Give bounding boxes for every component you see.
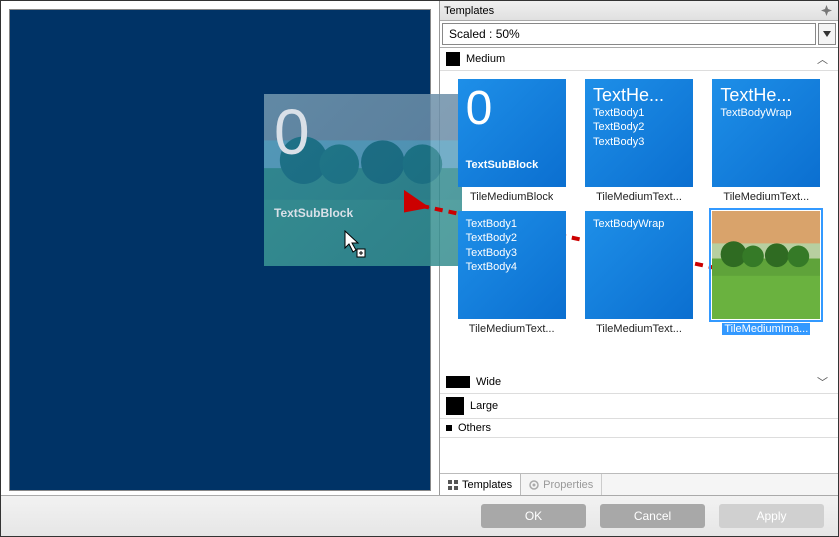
tile-cell: TextHe... TextBody1 TextBody2 TextBody3 … xyxy=(579,79,698,203)
main-row: 0 TextSubBlock xyxy=(1,1,838,495)
medium-size-icon xyxy=(446,52,460,66)
tile-line: TextBody3 xyxy=(466,246,558,260)
tile-line: TextBody2 xyxy=(466,231,558,245)
design-canvas[interactable]: 0 TextSubBlock xyxy=(9,9,431,491)
group-label-others: Others xyxy=(458,422,491,434)
tile-line: TextBody3 xyxy=(593,135,685,149)
pin-icon[interactable] xyxy=(818,3,834,19)
panel-header: Templates xyxy=(440,1,838,21)
tile-line: TextBody2 xyxy=(593,120,685,134)
ghost-big-number: 0 xyxy=(274,104,452,162)
tile-cell: 0 TextSubBlock TileMediumBlock xyxy=(452,79,571,203)
app-window: 0 TextSubBlock xyxy=(0,0,839,537)
cancel-button[interactable]: Cancel xyxy=(600,504,705,528)
tile-line: TextBody1 xyxy=(593,106,685,120)
tab-properties[interactable]: Properties xyxy=(521,474,602,495)
tab-label: Templates xyxy=(462,479,512,491)
others-size-icon xyxy=(446,425,452,431)
tile-grid-medium: 0 TextSubBlock TileMediumBlock TextHe...… xyxy=(440,71,838,347)
tile-cell: TextBodyWrap TileMediumText... xyxy=(579,211,698,335)
tile-line: TextBodyWrap xyxy=(720,106,812,120)
group-header-others[interactable]: Others xyxy=(440,419,838,438)
tile-line: TextBodyWrap xyxy=(593,217,685,231)
group-label-medium: Medium xyxy=(466,53,505,65)
ghost-sub-text: TextSubBlock xyxy=(274,206,452,220)
scale-display[interactable]: Scaled : 50% xyxy=(442,23,816,45)
tile-cell: TileMediumIma... xyxy=(707,211,826,335)
right-panel: Templates Scaled : 50% Medium ︿ xyxy=(439,1,838,495)
tile-label: TileMediumBlock xyxy=(470,191,553,203)
large-size-icon xyxy=(446,397,464,415)
tile-big-number: 0 xyxy=(466,85,558,133)
tile-line: TextBody1 xyxy=(466,217,558,231)
tile-line: TextBody4 xyxy=(466,260,558,274)
gear-icon xyxy=(529,480,539,490)
panel-title: Templates xyxy=(444,5,494,17)
tile-label: TileMediumText... xyxy=(469,323,555,335)
tile-cell: TextBody1 TextBody2 TextBody3 TextBody4 … xyxy=(452,211,571,335)
tabs-row: Templates Properties xyxy=(440,473,838,495)
tile-medium-text[interactable]: TextBody1 TextBody2 TextBody3 TextBody4 xyxy=(458,211,566,319)
tile-header: TextHe... xyxy=(593,85,685,106)
group-header-large[interactable]: Large xyxy=(440,394,838,419)
group-label-wide: Wide xyxy=(476,376,501,388)
tile-label: TileMediumText... xyxy=(596,191,682,203)
drag-ghost-tile: 0 TextSubBlock xyxy=(264,94,462,266)
tile-medium-image[interactable] xyxy=(712,211,820,319)
group-label-large: Large xyxy=(470,400,498,412)
tile-medium-block[interactable]: 0 TextSubBlock xyxy=(458,79,566,187)
chevron-down-icon xyxy=(823,31,831,37)
tile-medium-text[interactable]: TextBodyWrap xyxy=(585,211,693,319)
tab-label: Properties xyxy=(543,479,593,491)
tile-cell: TextHe... TextBodyWrap TileMediumText... xyxy=(707,79,826,203)
tile-header: TextHe... xyxy=(720,85,812,106)
apply-button: Apply xyxy=(719,504,824,528)
tile-medium-text[interactable]: TextHe... TextBodyWrap xyxy=(712,79,820,187)
wide-size-icon xyxy=(446,376,470,388)
tile-label: TileMediumText... xyxy=(723,191,809,203)
bottom-bar: OK Cancel Apply xyxy=(1,495,838,536)
chevron-up-icon[interactable]: ︿ xyxy=(813,51,832,67)
group-header-medium[interactable]: Medium ︿ xyxy=(440,48,838,71)
tab-templates[interactable]: Templates xyxy=(440,473,521,495)
tile-sub-text: TextSubBlock xyxy=(466,159,558,171)
canvas-wrap: 0 TextSubBlock xyxy=(1,1,439,495)
grid-icon xyxy=(448,480,458,490)
tile-label: TileMediumIma... xyxy=(722,323,810,335)
landscape-image xyxy=(712,211,820,319)
tiles-scroll[interactable]: Medium ︿ 0 TextSubBlock TileMediumBlock xyxy=(440,48,838,473)
group-header-wide[interactable]: Wide ﹀ xyxy=(440,371,838,394)
tile-label: TileMediumText... xyxy=(596,323,682,335)
chevron-down-icon[interactable]: ﹀ xyxy=(813,374,832,390)
scale-dropdown-button[interactable] xyxy=(818,23,836,45)
tile-medium-text[interactable]: TextHe... TextBody1 TextBody2 TextBody3 xyxy=(585,79,693,187)
ok-button[interactable]: OK xyxy=(481,504,586,528)
scale-row: Scaled : 50% xyxy=(440,21,838,48)
